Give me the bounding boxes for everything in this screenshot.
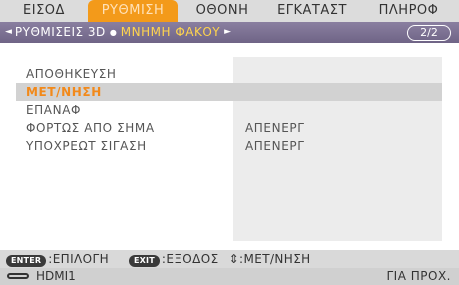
input-source: HDMI1 <box>36 269 76 283</box>
key-hints: ENTER:ΕΠΙΛΟΓΗ EXIT:ΕΞΟΔΟΣ ⇕:ΜΕΤ/ΝΗΣΗ <box>0 250 459 268</box>
breadcrumb-separator-icon: ● <box>109 28 117 37</box>
right-arrow-icon[interactable]: ► <box>220 22 231 43</box>
menu-item-label: ΕΠΑΝΑΦ <box>26 103 82 117</box>
enter-hint: ENTER:ΕΠΙΛΟΓΗ <box>6 250 109 268</box>
menu-item-store[interactable]: ΑΠΟΘΗΚΕΥΣΗ <box>16 65 442 83</box>
exit-key-icon: EXIT <box>129 255 160 267</box>
menu-item-move[interactable]: ΜΕΤ/ΝΗΣΗ <box>16 83 442 101</box>
tab-display[interactable]: ΟΘΟΝΗ <box>178 0 266 22</box>
breadcrumb: ◄ ΡΥΘΜΙΣΕΙΣ 3D ● ΜΝΗΜΗ ΦΑΚΟΥ ► 2/2 <box>0 22 459 43</box>
exit-hint-text: :ΕΞΟΔΟΣ <box>161 252 219 266</box>
menu-tabs: ΕΙΣΟΔ ΡΥΘΜΙΣΗ ΟΘΟΝΗ ΕΓΚΑΤΑΣΤ ΠΛΗΡΟΦ <box>0 0 459 23</box>
menu-item-label: ΑΠΟΘΗΚΕΥΣΗ <box>26 67 117 81</box>
left-arrow-icon[interactable]: ◄ <box>0 22 15 43</box>
menu-item-label: ΥΠΟΧΡΕΩΤ ΣΙΓΑΣΗ <box>26 139 147 153</box>
breadcrumb-section: ΡΥΘΜΙΣΕΙΣ 3D <box>14 25 106 39</box>
menu-item-value: ΑΠΕΝΕΡΓ <box>245 139 305 153</box>
hdmi-icon <box>7 273 29 279</box>
exit-hint: EXIT:ΕΞΟΔΟΣ <box>129 250 219 268</box>
breadcrumb-current: ΜΝΗΜΗ ΦΑΚΟΥ <box>120 25 221 39</box>
enter-hint-text: :ΕΠΙΛΟΓΗ <box>48 252 110 266</box>
tab-installation[interactable]: ΕΓΚΑΤΑΣΤ <box>266 0 358 22</box>
tab-info[interactable]: ΠΛΗΡΟΦ <box>358 0 459 22</box>
help-hint: ΓΙΑ ΠΡΟΧ. <box>386 269 451 283</box>
tab-setup[interactable]: ΡΥΘΜΙΣΗ <box>88 0 178 22</box>
menu-item-label: ΦΟΡΤΩΣ ΑΠΟ ΣΗΜΑ <box>26 121 155 135</box>
menu-item-load-by-signal[interactable]: ΦΟΡΤΩΣ ΑΠΟ ΣΗΜΑ ΑΠΕΝΕΡΓ <box>16 119 442 137</box>
menu-panel: ΑΠΟΘΗΚΕΥΣΗ ΜΕΤ/ΝΗΣΗ ΕΠΑΝΑΦ ΦΟΡΤΩΣ ΑΠΟ ΣΗ… <box>0 43 459 250</box>
enter-key-icon: ENTER <box>6 255 47 267</box>
status-bar: HDMI1 ΓΙΑ ΠΡΟΧ. <box>0 268 459 285</box>
menu-item-value: ΑΠΕΝΕΡΓ <box>245 121 305 135</box>
menu-item-reset[interactable]: ΕΠΑΝΑΦ <box>16 101 442 119</box>
menu-item-label: ΜΕΤ/ΝΗΣΗ <box>26 85 102 99</box>
tab-input[interactable]: ΕΙΣΟΔ <box>0 0 88 22</box>
move-hint: ⇕:ΜΕΤ/ΝΗΣΗ <box>228 252 311 266</box>
menu-item-forced-mute[interactable]: ΥΠΟΧΡΕΩΤ ΣΙΓΑΣΗ ΑΠΕΝΕΡΓ <box>16 137 442 155</box>
page-indicator: 2/2 <box>407 25 451 41</box>
